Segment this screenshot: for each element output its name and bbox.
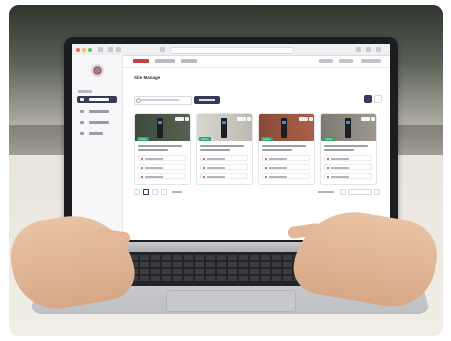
- minimize-window-icon[interactable]: [82, 48, 86, 52]
- forward-icon[interactable]: [116, 47, 121, 52]
- card-detail-row: [200, 164, 248, 170]
- charger-image: [345, 118, 351, 138]
- site-photo: Active: [197, 114, 252, 141]
- site-photo: Active: [259, 114, 314, 141]
- site-photo: Active: [321, 114, 376, 141]
- laptop-trackpad: [166, 290, 296, 312]
- tab-3[interactable]: [181, 59, 197, 63]
- shield-icon: [160, 47, 165, 52]
- filter-button-label: [199, 99, 215, 101]
- sidebar-item-site-manage[interactable]: [77, 96, 117, 103]
- tabs-overview-icon[interactable]: [376, 47, 381, 52]
- card-detail-row: [138, 164, 186, 170]
- page-button[interactable]: [152, 189, 158, 195]
- card-subtitle: [138, 149, 168, 151]
- card-menu-icon[interactable]: [371, 117, 375, 121]
- sidebar-item-label: [89, 98, 109, 101]
- card-detail-row: [324, 164, 372, 170]
- search-placeholder: [141, 99, 179, 101]
- card-detail-row: [324, 155, 372, 161]
- top-navigation: [123, 55, 390, 68]
- card-title: [324, 145, 368, 147]
- card-tag: [299, 117, 308, 121]
- page-size-prev-button[interactable]: [340, 189, 346, 195]
- maximize-window-icon[interactable]: [88, 48, 92, 52]
- card-detail-row: [262, 155, 310, 161]
- card-title: [200, 145, 244, 147]
- back-icon[interactable]: [108, 47, 113, 52]
- grid-view-icon[interactable]: [364, 95, 372, 103]
- card-tag: [361, 117, 370, 121]
- site-card[interactable]: Active: [196, 113, 253, 185]
- status-badge: Active: [137, 137, 149, 141]
- sidebar-section-text: [78, 90, 92, 93]
- pagination: [134, 189, 204, 196]
- page-title: Site Manage: [134, 75, 161, 80]
- site-card[interactable]: Active: [258, 113, 315, 185]
- site-card[interactable]: Active: [320, 113, 377, 185]
- card-subtitle: [262, 149, 292, 151]
- card-subtitle: [200, 149, 230, 151]
- company-logo-icon: [91, 64, 104, 77]
- rows-per-page-label: [318, 191, 334, 193]
- card-tag: [237, 117, 246, 121]
- card-detail-row: [262, 164, 310, 170]
- search-input[interactable]: [134, 96, 192, 105]
- tab-1[interactable]: [133, 59, 149, 63]
- sidebar-item-label: [89, 110, 109, 113]
- card-detail-row: [138, 155, 186, 161]
- charger-icon: [80, 110, 84, 113]
- card-tag: [175, 117, 184, 121]
- card-detail-row: [200, 155, 248, 161]
- card-detail-row: [262, 173, 310, 179]
- page-size-next-button[interactable]: [374, 189, 380, 195]
- next-page-button[interactable]: [161, 189, 167, 195]
- card-detail-row: [324, 173, 372, 179]
- card-detail-row: [138, 173, 186, 179]
- sidebar-item-label: [89, 132, 103, 135]
- sidebar: [72, 55, 123, 240]
- share-icon[interactable]: [356, 47, 361, 52]
- prev-page-button[interactable]: [134, 189, 140, 195]
- laptop-screen: Site Manage Active Active Active Active: [72, 44, 390, 240]
- card-title: [138, 145, 182, 147]
- charger-image: [281, 118, 287, 138]
- site-card[interactable]: Active: [134, 113, 191, 185]
- close-window-icon[interactable]: [76, 48, 80, 52]
- location-icon: [80, 98, 84, 101]
- sidebar-toggle-icon[interactable]: [98, 47, 103, 52]
- charger-image: [221, 118, 227, 138]
- user-menu[interactable]: [361, 59, 381, 63]
- status-badge: Active: [323, 137, 335, 141]
- sidebar-item-label: [89, 121, 109, 124]
- sidebar-item-3[interactable]: [77, 119, 117, 126]
- page-count-text: [172, 191, 182, 193]
- url-bar[interactable]: [170, 47, 294, 54]
- filter-button[interactable]: [194, 96, 220, 104]
- rows-per-page: [318, 189, 382, 196]
- card-detail-row: [200, 173, 248, 179]
- page-size-select[interactable]: [348, 189, 372, 195]
- settings-icon: [80, 132, 84, 135]
- photo-scene: Site Manage Active Active Active Active: [0, 0, 451, 341]
- page-button[interactable]: [143, 189, 149, 195]
- charger-image: [157, 118, 163, 138]
- tab-2[interactable]: [155, 59, 175, 63]
- notifications-icon[interactable]: [319, 59, 333, 63]
- card-menu-icon[interactable]: [309, 117, 313, 121]
- sidebar-section-label: [77, 88, 117, 95]
- site-photo: Active: [135, 114, 190, 141]
- sidebar-item-4[interactable]: [77, 130, 117, 137]
- sidebar-item-2[interactable]: [77, 108, 117, 115]
- card-subtitle: [324, 149, 354, 151]
- status-badge: Active: [261, 137, 273, 141]
- help-icon[interactable]: [339, 59, 353, 63]
- card-menu-icon[interactable]: [247, 117, 251, 121]
- card-title: [262, 145, 306, 147]
- status-badge: Active: [199, 137, 211, 141]
- card-menu-icon[interactable]: [185, 117, 189, 121]
- new-tab-icon[interactable]: [366, 47, 371, 52]
- users-icon: [80, 121, 84, 124]
- list-view-icon[interactable]: [374, 95, 382, 103]
